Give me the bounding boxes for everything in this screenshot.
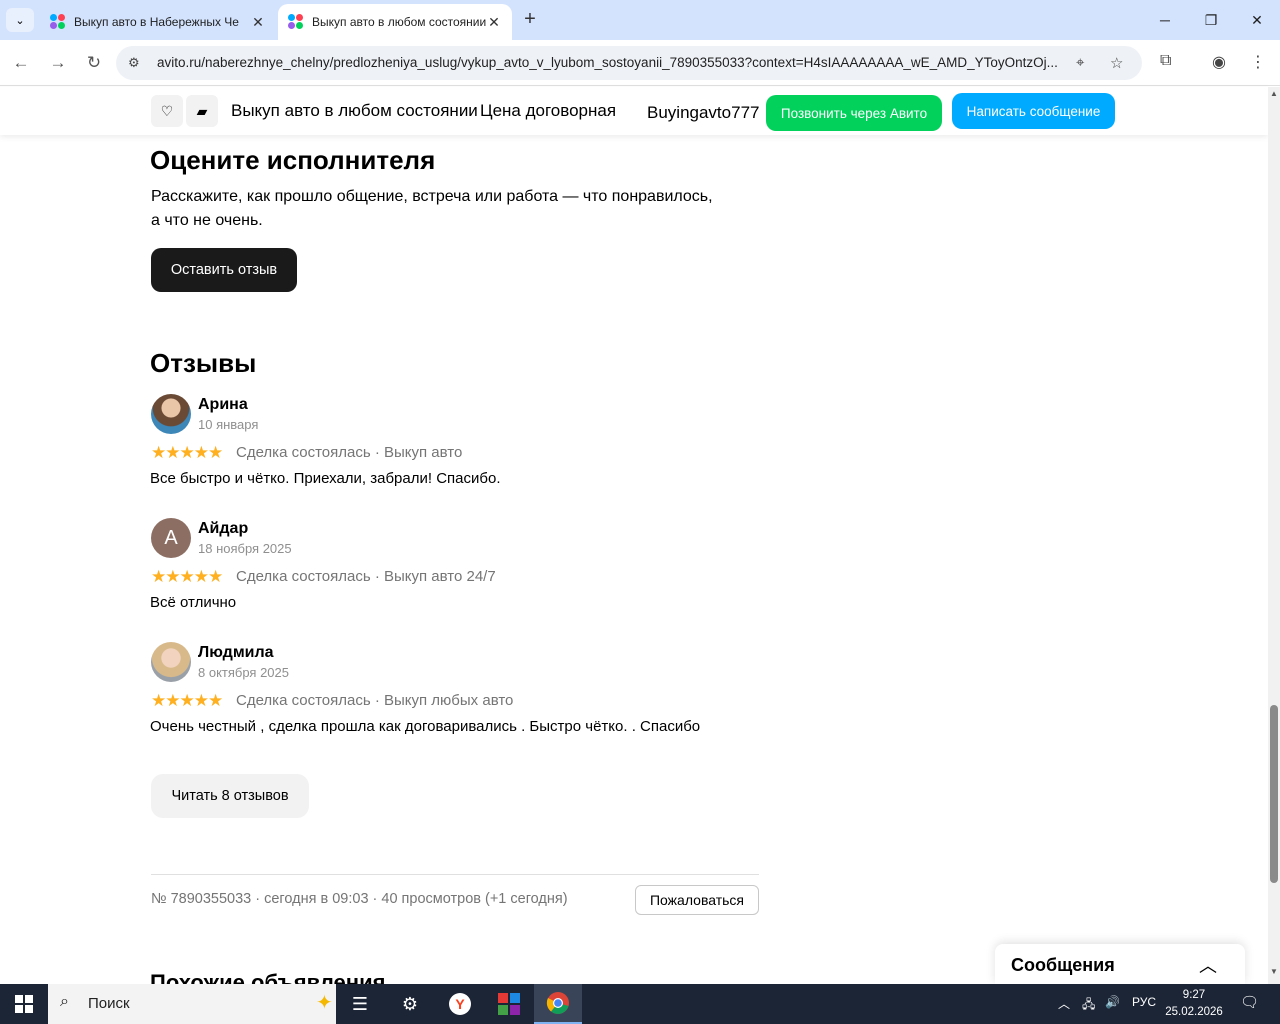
chevron-up-icon[interactable]: ︿	[1199, 952, 1217, 978]
reload-icon[interactable]: ↻	[81, 50, 107, 76]
ad-meta-info: № 7890355033 · сегодня в 09:03 · 40 прос…	[151, 891, 568, 907]
profile-icon[interactable]: ◉	[1212, 52, 1226, 72]
site-settings-icon[interactable]: ⚙	[128, 55, 144, 71]
windows-start-icon[interactable]	[0, 984, 48, 1024]
location-off-icon[interactable]: ⌖	[1076, 54, 1084, 71]
forward-icon[interactable]: →	[45, 50, 71, 76]
scroll-thumb[interactable]	[1270, 705, 1278, 883]
favorite-heart-icon[interactable]: ♡	[151, 95, 183, 127]
windows-taskbar: ⌕ Поиск ✦ ☰ ⚙ Y ︿ 🖧 🔊 РУС 9:27 25.02.202…	[0, 984, 1280, 1024]
scroll-down-icon[interactable]: ▼	[1270, 967, 1278, 976]
rating-stars: ★★★★★	[151, 443, 223, 462]
minimize-button[interactable]: ─	[1142, 0, 1188, 40]
seller-name[interactable]: Buyingavto777	[647, 103, 759, 123]
avito-favicon-icon	[50, 14, 66, 30]
reviewer-name[interactable]: Людмила	[198, 644, 274, 662]
scroll-up-icon[interactable]: ▲	[1270, 89, 1278, 98]
clock-time: 9:27	[1182, 989, 1206, 1001]
messages-widget-title: Сообщения	[1011, 955, 1115, 975]
tab-title: Выкуп авто в Набережных Че	[74, 15, 239, 29]
rate-heading: Оцените исполнителя	[150, 145, 436, 175]
browser-toolbar: ← → ↻ ⚙ avito.ru/naberezhnye_chelny/pred…	[0, 40, 1280, 86]
rate-description-line: а что не очень.	[151, 212, 263, 229]
report-button[interactable]: Пожаловаться	[635, 885, 759, 915]
note-icon[interactable]: ▰	[186, 95, 218, 127]
messages-widget[interactable]: Сообщения ︿	[995, 944, 1245, 984]
svg-text:Y: Y	[455, 996, 465, 1012]
read-all-reviews-button[interactable]: Читать 8 отзывов	[151, 774, 309, 818]
review-meta: Сделка состоялась · Выкуп авто	[236, 444, 463, 461]
review-date: 8 октября 2025	[198, 665, 289, 680]
similar-ads-heading[interactable]: Похожие объявления	[150, 970, 385, 984]
network-icon[interactable]: 🖧	[1082, 995, 1095, 1016]
ad-title: Выкуп авто в любом состоянии	[231, 101, 478, 120]
taskbar-search[interactable]: ⌕ Поиск ✦	[48, 984, 336, 1024]
avatar[interactable]	[151, 642, 191, 682]
reviewer-name[interactable]: Арина	[198, 396, 248, 414]
reviews-heading: Отзывы	[150, 348, 257, 378]
tab-title: Выкуп авто в любом состоянии	[312, 15, 486, 29]
review-date: 18 ноября 2025	[198, 541, 292, 556]
reviewer-name[interactable]: Айдар	[198, 520, 248, 538]
leave-review-button[interactable]: Оставить отзыв	[151, 248, 297, 292]
extensions-icon[interactable]: ⧉	[1160, 52, 1171, 70]
language-indicator[interactable]: РУС	[1132, 995, 1156, 1009]
taskbar-clock[interactable]: 9:27 25.02.2026	[1160, 987, 1228, 1021]
taskbar-search-label: Поиск	[88, 995, 130, 1012]
app-grid-icon[interactable]	[485, 984, 533, 1024]
avatar[interactable]	[151, 394, 191, 434]
call-button[interactable]: Позвонить через Авито	[766, 95, 942, 131]
review-text: Очень честный , сделка прошла как догова…	[150, 718, 701, 735]
task-view-icon[interactable]: ☰	[336, 984, 384, 1024]
rating-stars: ★★★★★	[151, 567, 223, 586]
menu-dots-icon[interactable]: ⋮	[1250, 52, 1266, 72]
review-date: 10 января	[198, 417, 259, 432]
restore-button[interactable]: ❐	[1188, 0, 1234, 40]
settings-gear-icon[interactable]: ⚙	[386, 984, 434, 1024]
new-tab-button[interactable]: +	[518, 8, 542, 32]
address-bar[interactable]: ⚙ avito.ru/naberezhnye_chelny/predlozhen…	[116, 46, 1142, 80]
sparkle-icon: ✦	[316, 992, 333, 1014]
close-icon[interactable]: ✕	[486, 14, 502, 31]
page-scrollbar[interactable]: ▲ ▼	[1268, 87, 1280, 984]
tab-search-button[interactable]: ⌄	[6, 8, 34, 32]
volume-icon[interactable]: 🔊	[1105, 995, 1120, 1009]
rating-stars: ★★★★★	[151, 691, 223, 710]
yandex-browser-icon[interactable]: Y	[436, 984, 484, 1024]
close-window-button[interactable]: ✕	[1234, 0, 1280, 40]
tray-overflow-icon[interactable]: ︿	[1058, 995, 1070, 1012]
bookmark-star-icon[interactable]: ☆	[1110, 54, 1123, 72]
rate-description-line: Расскажите, как прошло общение, встреча …	[151, 188, 713, 205]
browser-tabstrip: ⌄ Выкуп авто в Набережных Че ✕ Выкуп авт…	[0, 0, 1280, 40]
sticky-ad-header: ♡ ▰ Выкуп авто в любом состоянии Цена до…	[0, 87, 1268, 135]
review-text: Все быстро и чётко. Приехали, забрали! С…	[150, 470, 501, 487]
avatar[interactable]: А	[151, 518, 191, 558]
chrome-icon[interactable]	[534, 984, 582, 1024]
url-text[interactable]: avito.ru/naberezhnye_chelny/predlozheniy…	[157, 55, 1067, 70]
tab-inactive[interactable]: Выкуп авто в Набережных Че ✕	[40, 4, 276, 40]
review-meta: Сделка состоялась · Выкуп любых авто	[236, 692, 514, 709]
write-message-button[interactable]: Написать сообщение	[952, 93, 1115, 129]
back-icon[interactable]: ←	[8, 50, 34, 76]
notifications-icon[interactable]: 🗨	[1240, 993, 1259, 1011]
divider	[151, 874, 759, 875]
search-icon: ⌕	[60, 993, 69, 1010]
rate-description: Расскажите, как прошло общение, встреча …	[151, 185, 751, 233]
close-icon[interactable]: ✕	[250, 14, 266, 31]
review-meta: Сделка состоялась · Выкуп авто 24/7	[236, 568, 496, 585]
ad-price: Цена договорная	[480, 101, 617, 120]
tab-active[interactable]: Выкуп авто в любом состоянии ✕	[278, 4, 512, 40]
avito-favicon-icon	[288, 14, 304, 30]
clock-date: 25.02.2026	[1165, 1006, 1223, 1018]
review-text: Всё отлично	[150, 594, 237, 611]
